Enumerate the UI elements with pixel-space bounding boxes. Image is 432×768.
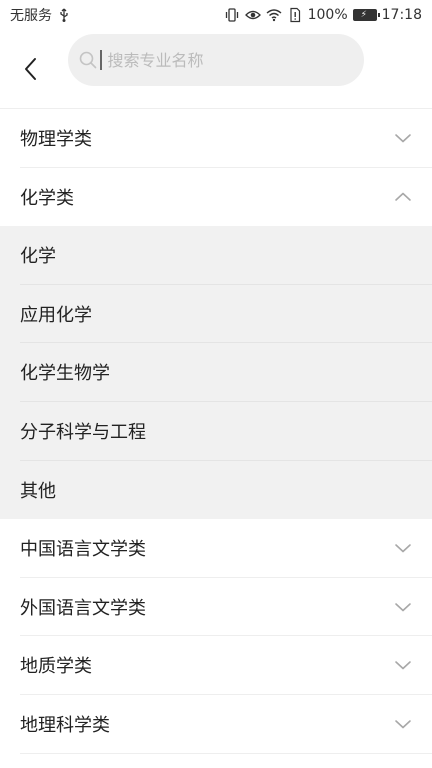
category-row-foreign-literature[interactable]: 外国语言文学类 [20, 578, 432, 637]
sub-item-label: 化学 [20, 245, 56, 267]
sim-alert-icon [290, 7, 300, 23]
wifi-icon [266, 9, 282, 22]
sub-item-label: 其他 [20, 480, 56, 502]
back-button[interactable] [0, 39, 62, 99]
vibrate-icon [225, 8, 238, 22]
sub-item-label: 化学生物学 [20, 363, 110, 385]
category-row-physics[interactable]: 物理学类 [20, 109, 432, 168]
sub-item-label: 分子科学与工程 [20, 421, 146, 443]
sub-item-chemical-biology[interactable]: 化学生物学 [20, 343, 432, 402]
status-left: 无服务 [10, 5, 72, 25]
sub-item-other[interactable]: 其他 [0, 461, 432, 520]
category-label: 地理科学类 [20, 714, 110, 736]
category-label: 物理学类 [20, 128, 92, 150]
chevron-down-icon [395, 602, 411, 611]
usb-icon [60, 8, 68, 22]
sub-item-chemistry[interactable]: 化学 [20, 226, 432, 285]
category-row-chinese-literature[interactable]: 中国语言文学类 [20, 519, 432, 578]
category-label: 地质学类 [20, 656, 92, 678]
status-right: 100% ⚡ 17:18 [224, 7, 422, 23]
category-label: 中国语言文学类 [20, 538, 146, 560]
carrier-text: 无服务 [10, 8, 52, 24]
chevron-down-icon [395, 719, 411, 729]
status-bar: 无服务 100% ⚡ 17:18 [0, 0, 432, 30]
chevron-down-icon [395, 133, 411, 143]
chevron-up-icon [395, 192, 411, 201]
chevron-left-icon [25, 58, 36, 80]
header [0, 30, 432, 108]
category-row-chemistry[interactable]: 化学类 [20, 168, 432, 227]
battery-icon: ⚡ [352, 9, 380, 21]
sub-item-applied-chemistry[interactable]: 应用化学 [20, 285, 432, 344]
chevron-down-icon [395, 661, 411, 670]
category-label: 外国语言文学类 [20, 597, 146, 619]
category-row-geology[interactable]: 地质学类 [20, 636, 432, 695]
search-icon [79, 51, 97, 69]
chevron-down-icon [395, 544, 411, 553]
search-input[interactable] [107, 50, 348, 70]
search-box[interactable] [68, 34, 364, 86]
eye-icon [244, 10, 261, 20]
text-caret [100, 50, 102, 70]
sub-item-label: 应用化学 [20, 304, 92, 326]
sub-item-molecular-science[interactable]: 分子科学与工程 [20, 402, 432, 461]
category-list: 物理学类 化学类 化学 应用化学 化学生物学 分子科学与工程 其他 中国语言文学… [0, 108, 432, 754]
category-label: 化学类 [20, 187, 74, 209]
category-row-geography[interactable]: 地理科学类 [20, 695, 432, 754]
clock-time: 17:18 [381, 7, 422, 23]
chemistry-sub-list: 化学 应用化学 化学生物学 分子科学与工程 其他 [0, 226, 432, 520]
battery-percent: 100% [307, 7, 348, 23]
